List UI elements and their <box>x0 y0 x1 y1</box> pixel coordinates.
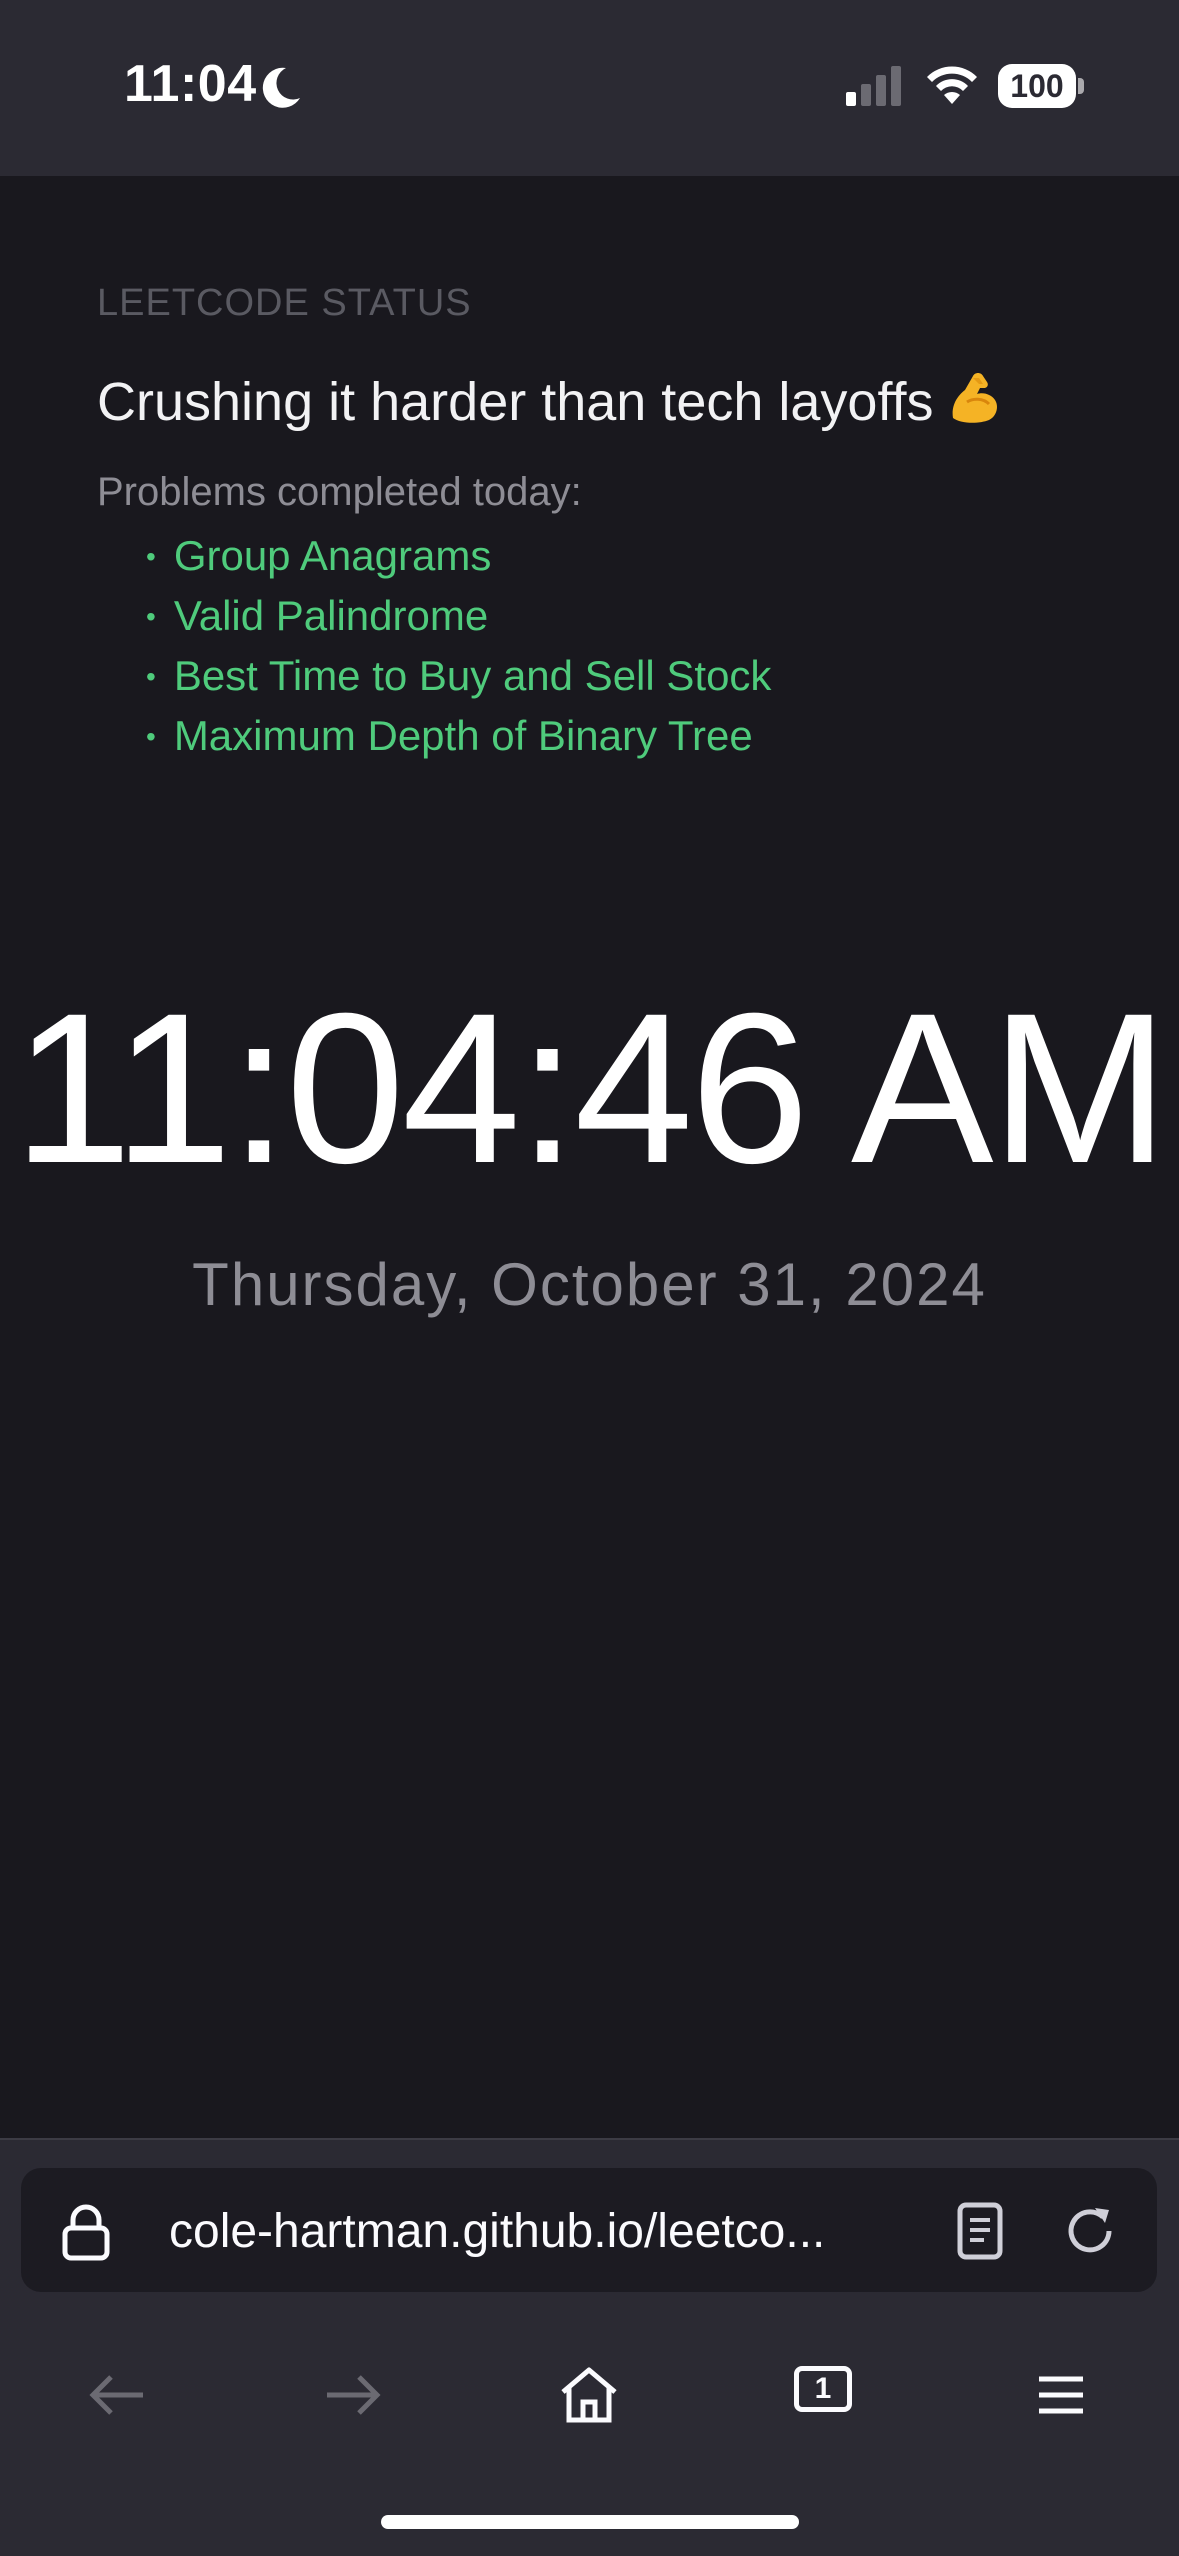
home-button[interactable] <box>554 2360 624 2430</box>
forward-arrow-icon[interactable] <box>323 2370 383 2420</box>
status-headline: Crushing it harder than tech layoffs <box>97 366 1005 433</box>
tabs-icon[interactable]: 1 <box>794 2366 852 2412</box>
back-arrow-icon[interactable] <box>87 2370 147 2420</box>
url-text[interactable]: cole-hartman.github.io/leetco... <box>169 2202 909 2262</box>
problem-title: Best Time to Buy and Sell Stock <box>173 652 772 699</box>
back-button[interactable] <box>82 2360 152 2430</box>
section-eyebrow: LEETCODE STATUS <box>97 282 472 324</box>
list-item: • Valid Palindrome <box>146 586 771 646</box>
list-item: • Group Anagrams <box>146 526 771 586</box>
list-item: • Maximum Depth of Binary Tree <box>146 706 771 766</box>
bullet: • <box>146 721 156 752</box>
problems-label: Problems completed today: <box>97 470 582 514</box>
home-icon[interactable] <box>557 2364 621 2426</box>
forward-button[interactable] <box>318 2360 388 2430</box>
menu-button[interactable] <box>1026 2360 1096 2430</box>
headline-text: Crushing it harder than tech layoffs <box>97 372 934 432</box>
problem-title: Maximum Depth of Binary Tree <box>173 712 753 759</box>
moon-icon <box>262 67 300 108</box>
signal-icon <box>846 66 901 106</box>
list-item: • Best Time to Buy and Sell Stock <box>146 646 771 706</box>
flexed-biceps-icon <box>953 373 998 423</box>
battery-icon: 100 <box>998 64 1076 108</box>
problem-list: • Group Anagrams • Valid Palindrome • Best … <box>146 526 771 766</box>
problem-title: Valid Palindrome <box>173 592 489 639</box>
bullet: • <box>146 601 156 632</box>
lock-icon[interactable] <box>57 2202 115 2262</box>
reader-view-icon[interactable] <box>951 2200 1009 2262</box>
problem-title: Group Anagrams <box>173 532 492 579</box>
menu-icon[interactable] <box>1035 2373 1087 2417</box>
browser-toolbar: cole-hartman.github.io/leetco... 1 <box>0 2138 1179 2556</box>
home-indicator[interactable] <box>381 2515 799 2529</box>
bullet: • <box>146 541 156 572</box>
reload-icon[interactable] <box>1059 2200 1121 2262</box>
current-date: Thursday, October 31, 2024 <box>192 1251 987 1318</box>
navigation-bar: 1 <box>0 2338 1179 2438</box>
battery-tip <box>1078 78 1084 94</box>
status-bar: 11:04 100 <box>0 0 1179 176</box>
digital-clock: 11:04:46 AM <box>13 969 1169 1208</box>
bullet: • <box>146 661 156 692</box>
status-time: 11:04 <box>124 55 257 113</box>
address-bar[interactable]: cole-hartman.github.io/leetco... <box>21 2168 1157 2292</box>
wifi-icon <box>927 66 977 104</box>
